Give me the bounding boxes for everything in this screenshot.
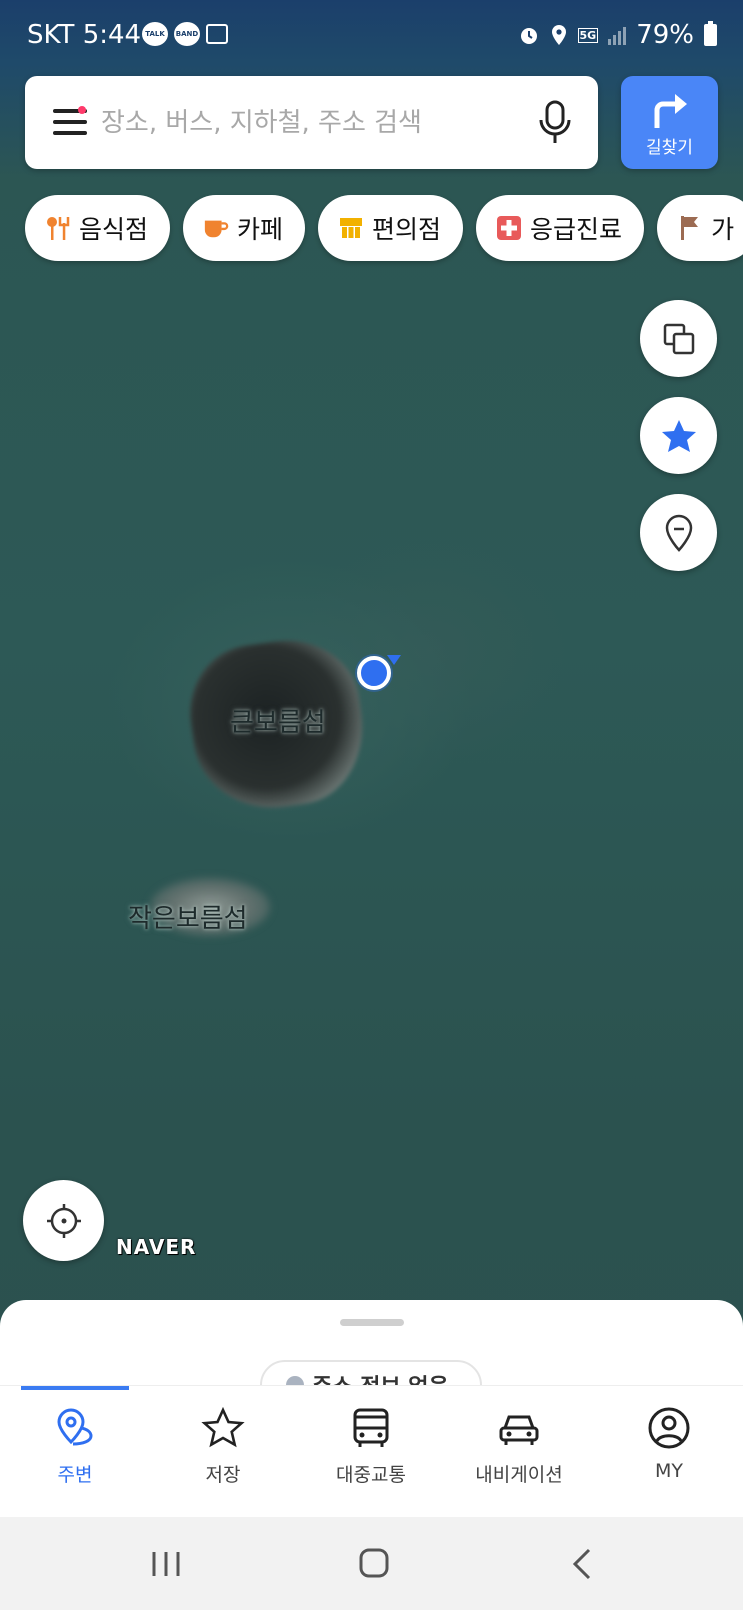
location-status-icon xyxy=(551,25,566,45)
signal-icon xyxy=(608,25,627,45)
tab-navigation[interactable]: 내비게이션 xyxy=(454,1406,584,1487)
sheet-drag-handle[interactable] xyxy=(340,1319,404,1326)
chip-emergency[interactable]: 응급진료 xyxy=(476,195,645,261)
home-icon[interactable] xyxy=(358,1547,390,1579)
flag-icon xyxy=(677,215,703,241)
medical-cross-icon xyxy=(496,215,522,241)
tab-saved[interactable]: 저장 xyxy=(158,1406,288,1487)
tab-transit[interactable]: 대중교통 xyxy=(306,1406,436,1487)
back-icon[interactable] xyxy=(570,1547,594,1581)
map-pin-icon xyxy=(665,514,692,552)
directions-label: 길찾기 xyxy=(646,138,693,158)
system-status-icons: 5G 79% xyxy=(518,20,717,50)
battery-icon xyxy=(704,21,717,46)
chip-label: 가 xyxy=(711,215,735,244)
search-input[interactable] xyxy=(99,102,523,144)
chip-convenience-store[interactable]: 편의점 xyxy=(318,195,464,261)
tab-label: 대중교통 xyxy=(336,1464,406,1486)
chip-label: 카페 xyxy=(237,215,284,244)
turn-right-arrow-icon xyxy=(654,94,687,128)
category-chips: 음식점 카페 편의점 응급진료 가 xyxy=(25,195,743,261)
status-time: SKT 5:44 xyxy=(27,20,141,50)
tab-my[interactable]: MY xyxy=(604,1406,734,1482)
tab-label: 주변 xyxy=(57,1464,93,1486)
clock-label: 5:44 xyxy=(82,20,142,50)
car-icon xyxy=(499,1415,539,1445)
microphone-icon[interactable] xyxy=(537,100,573,146)
tab-label: 저장 xyxy=(205,1464,241,1486)
chip-label: 음식점 xyxy=(79,215,149,244)
heading-arrow-icon xyxy=(387,655,401,665)
chip-cafe[interactable]: 카페 xyxy=(183,195,306,261)
bus-icon xyxy=(353,1408,389,1447)
current-location-button[interactable] xyxy=(23,1180,104,1261)
chip-attraction[interactable]: 가 xyxy=(657,195,743,261)
crosshair-icon xyxy=(46,1203,81,1238)
tab-label: 내비게이션 xyxy=(475,1464,563,1486)
status-bar: SKT 5:44 TALK BAND 5G 79% xyxy=(0,0,743,70)
current-location-marker xyxy=(357,656,391,690)
talk-notification-icon: TALK xyxy=(142,22,168,46)
menu-notification-dot xyxy=(78,106,86,114)
star-icon xyxy=(661,419,696,452)
carrier-label: SKT xyxy=(27,20,75,50)
notification-icons: TALK BAND xyxy=(142,22,228,46)
search-bar[interactable] xyxy=(25,76,598,169)
layers-icon xyxy=(663,323,694,354)
tab-label: MY xyxy=(655,1460,683,1482)
small-island-label[interactable]: 작은보름섬 xyxy=(128,898,248,935)
star-outline-icon xyxy=(201,1406,245,1448)
system-navigation-bar xyxy=(0,1517,743,1610)
directions-button[interactable]: 길찾기 xyxy=(621,76,718,169)
fork-spoon-icon xyxy=(45,215,71,241)
image-notification-icon xyxy=(206,24,228,44)
user-icon xyxy=(648,1407,690,1449)
favorites-button[interactable] xyxy=(640,397,717,474)
chip-label: 응급진료 xyxy=(530,215,623,244)
chip-restaurant[interactable]: 음식점 xyxy=(25,195,171,261)
nearby-pin-icon xyxy=(57,1408,93,1446)
big-island-label[interactable]: 큰보름섬 xyxy=(230,702,326,739)
chip-label: 편의점 xyxy=(372,215,442,244)
band-notification-icon: BAND xyxy=(174,22,200,46)
store-icon xyxy=(338,215,364,241)
bottom-tab-bar: 주변 저장 대중교통 내비게이션 MY xyxy=(0,1385,743,1518)
tab-nearby[interactable]: 주변 xyxy=(10,1406,140,1487)
map-layers-button[interactable] xyxy=(640,300,717,377)
coffee-cup-icon xyxy=(203,215,229,241)
network-type: 5G xyxy=(577,27,599,43)
battery-percent: 79% xyxy=(636,20,694,50)
active-tab-indicator xyxy=(21,1386,129,1390)
recent-apps-icon[interactable] xyxy=(150,1549,182,1579)
naver-logo: NAVER xyxy=(116,1235,197,1259)
location-pin-button[interactable] xyxy=(640,494,717,571)
alarm-icon xyxy=(520,28,537,44)
